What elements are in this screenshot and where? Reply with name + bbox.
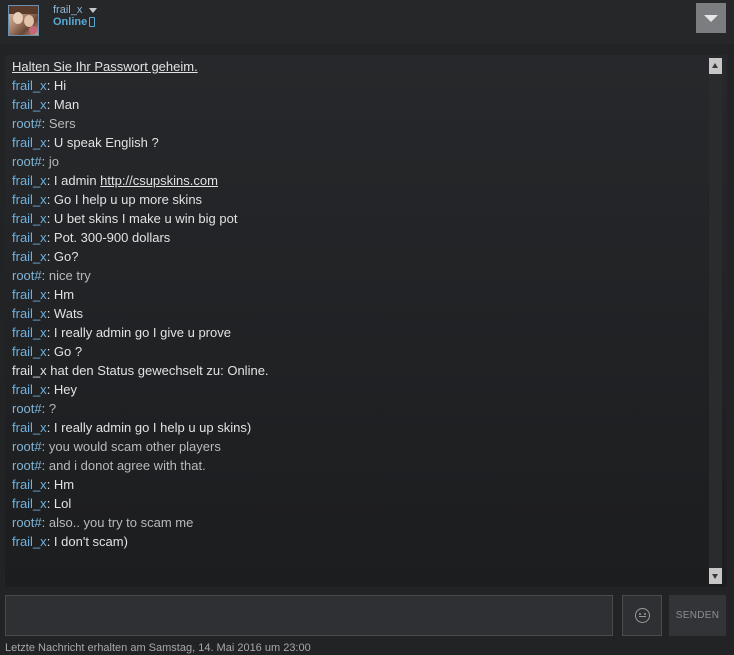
message-input[interactable] xyxy=(5,595,613,636)
chat-message: frail_x: Man xyxy=(12,97,80,112)
message-text: Sers xyxy=(48,116,76,131)
chat-message: frail_x: I really admin go I give u prov… xyxy=(12,325,231,340)
scroll-up-button[interactable] xyxy=(709,58,722,74)
chat-message: frail_x: Go? xyxy=(12,249,79,264)
message-sender: frail_x xyxy=(12,382,47,397)
friend-name[interactable]: frail_x xyxy=(53,4,82,16)
security-warning: Halten Sie Ihr Passwort geheim. xyxy=(12,59,702,78)
chat-message: frail_x: I really admin go I help u up s… xyxy=(12,420,252,435)
chat-message: frail_x: U bet skins I make u win big po… xyxy=(12,211,238,226)
message-sender: frail_x xyxy=(12,496,47,511)
user-avatar[interactable] xyxy=(8,5,39,36)
smiley-icon xyxy=(635,608,650,623)
message-text: Hm xyxy=(53,477,75,492)
chat-log: Halten Sie Ihr Passwort geheim. frail_x: … xyxy=(5,55,727,587)
scroll-track[interactable] xyxy=(709,74,722,568)
message-text: also.. you try to scam me xyxy=(48,515,194,530)
warning-text[interactable]: Halten Sie Ihr Passwort geheim. xyxy=(12,59,198,74)
chat-scrollbar[interactable] xyxy=(709,58,722,584)
chat-message: frail_x: Go ? xyxy=(12,344,83,359)
chat-message: frail_x: Lol xyxy=(12,496,72,511)
chat-message: root#: you would scam other players xyxy=(12,439,221,454)
chat-menu-button[interactable] xyxy=(696,3,726,33)
message-sender: frail_x xyxy=(12,420,47,435)
emoji-button[interactable] xyxy=(622,595,662,636)
message-text: Hey xyxy=(53,382,78,397)
message-text: ? xyxy=(48,401,57,416)
message-sender: frail_x xyxy=(12,344,47,359)
message-text: jo xyxy=(48,154,59,169)
chat-message: frail_x: Pot. 300-900 dollars xyxy=(12,230,171,245)
last-message-info: Letzte Nachricht erhalten am Samstag, 14… xyxy=(5,642,311,654)
scroll-down-button[interactable] xyxy=(709,568,722,584)
message-sender: frail_x xyxy=(12,97,47,112)
message-text: I admin xyxy=(53,173,101,188)
message-text: I don't scam) xyxy=(53,534,128,549)
message-text: and i donot agree with that. xyxy=(48,458,206,473)
message-sender: frail_x xyxy=(12,78,47,93)
message-text: nice try xyxy=(48,268,91,283)
chevron-down-icon[interactable] xyxy=(89,8,97,13)
friend-status: Online xyxy=(53,16,88,28)
message-text: Go ? xyxy=(53,344,83,359)
status-text: frail_x hat den Status gewechselt zu: On… xyxy=(12,363,269,378)
message-sender: root# xyxy=(12,116,42,131)
message-sender: frail_x xyxy=(12,477,47,492)
message-sender: root# xyxy=(12,458,42,473)
message-text: Lol xyxy=(53,496,72,511)
message-text: Hi xyxy=(53,78,67,93)
send-button[interactable]: SENDEN xyxy=(669,595,726,636)
chat-message: root#: also.. you try to scam me xyxy=(12,515,194,530)
chat-message: root#: ? xyxy=(12,401,57,416)
chat-message: frail_x: Go I help u up more skins xyxy=(12,192,203,207)
message-sender: frail_x xyxy=(12,192,47,207)
message-sender: frail_x xyxy=(12,135,47,150)
chat-message: root#: jo xyxy=(12,154,59,169)
chat-message: root#: and i donot agree with that. xyxy=(12,458,206,473)
message-list: Halten Sie Ihr Passwort geheim. frail_x: … xyxy=(12,59,702,553)
message-sender: root# xyxy=(12,154,42,169)
chat-message: frail_x: I admin http://csupskins.com xyxy=(12,173,218,188)
message-text: Man xyxy=(53,97,80,112)
chat-message: frail_x: U speak English ? xyxy=(12,135,159,150)
message-text: Go I help u up more skins xyxy=(53,192,203,207)
chat-message: frail_x: Wats xyxy=(12,306,84,321)
chat-message: frail_x: Hi xyxy=(12,78,67,93)
message-sender: root# xyxy=(12,268,42,283)
message-sender: root# xyxy=(12,439,42,454)
chat-message: frail_x: Hm xyxy=(12,477,75,492)
message-sender: root# xyxy=(12,401,42,416)
menu-dropdown-icon xyxy=(704,15,718,22)
message-text: Pot. 300-900 dollars xyxy=(53,230,171,245)
message-sender: frail_x xyxy=(12,306,47,321)
message-sender: frail_x xyxy=(12,211,47,226)
chat-message: frail_x: I don't scam) xyxy=(12,534,128,549)
message-sender: frail_x xyxy=(12,173,47,188)
message-sender: frail_x xyxy=(12,249,47,264)
chat-message: frail_x: Hm xyxy=(12,287,75,302)
chat-header: frail_x Online xyxy=(0,0,734,44)
message-link[interactable]: http://csupskins.com xyxy=(100,173,218,188)
message-text: Go? xyxy=(53,249,79,264)
phone-icon xyxy=(89,17,95,27)
message-text: U speak English ? xyxy=(53,135,159,150)
message-sender: frail_x xyxy=(12,534,47,549)
chat-message: frail_x: Hey xyxy=(12,382,78,397)
message-sender: root# xyxy=(12,515,42,530)
message-text: I really admin go I give u prove xyxy=(53,325,231,340)
message-text: Wats xyxy=(53,306,84,321)
chat-message: root#: nice try xyxy=(12,268,91,283)
message-text: Hm xyxy=(53,287,75,302)
message-sender: frail_x xyxy=(12,287,47,302)
message-text: I really admin go I help u up skins) xyxy=(53,420,252,435)
message-text: you would scam other players xyxy=(48,439,221,454)
message-sender: frail_x xyxy=(12,230,47,245)
message-sender: frail_x xyxy=(12,325,47,340)
status-change-message: frail_x hat den Status gewechselt zu: On… xyxy=(12,363,702,382)
chat-message: root#: Sers xyxy=(12,116,76,131)
message-text: U bet skins I make u win big pot xyxy=(53,211,238,226)
